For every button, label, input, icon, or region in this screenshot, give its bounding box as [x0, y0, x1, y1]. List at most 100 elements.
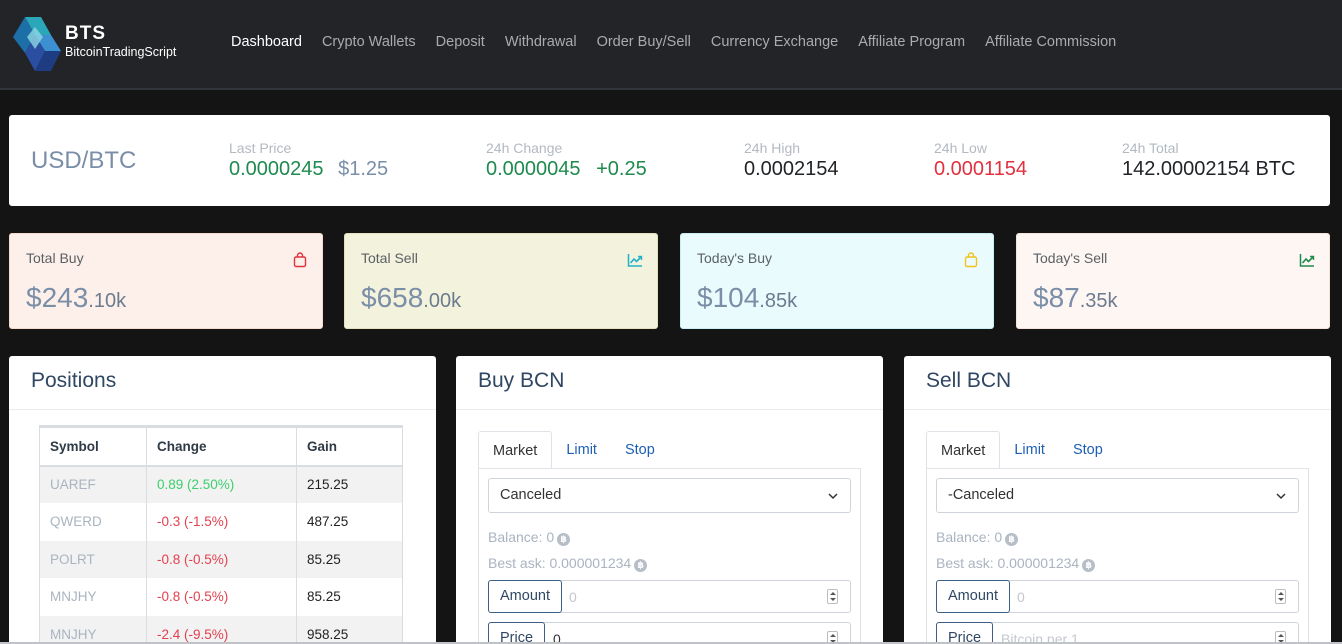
change-cell: 0.89 (2.50%): [146, 465, 297, 503]
balance-text: Balance: 0: [936, 529, 1003, 545]
positions-table: Symbol Change Gain UAREF 0.89 (2.50%) 21…: [39, 425, 403, 644]
bag-icon: [293, 252, 307, 268]
sell-price-group: Price: [936, 622, 1299, 644]
tab-limit[interactable]: Limit: [1000, 431, 1059, 469]
bitcoin-icon: ฿: [557, 533, 571, 546]
table-row[interactable]: MNJHY -2.4 (-9.5%) 958.25: [39, 615, 403, 644]
sell-status-select[interactable]: -Canceled: [936, 478, 1299, 513]
column-header-change[interactable]: Change: [146, 425, 297, 467]
nav-withdrawal[interactable]: Withdrawal: [495, 34, 587, 50]
change-cell: -0.8 (-0.5%): [146, 540, 297, 578]
nav-deposit[interactable]: Deposit: [426, 34, 495, 50]
nav-affiliate-commission[interactable]: Affiliate Commission: [975, 34, 1126, 50]
number-spinner[interactable]: [1275, 589, 1286, 604]
table-row[interactable]: MNJHY -0.8 (-0.5%) 85.25: [39, 578, 403, 616]
buy-title: Buy BCN: [478, 369, 565, 392]
bitcoin-icon: ฿: [1082, 559, 1096, 572]
gain-cell: 215.25: [296, 465, 403, 503]
brand-name: BTS: [65, 23, 106, 44]
high-stat: 24h High 0.0002154: [744, 140, 839, 181]
change-value: 0.0000045: [486, 158, 581, 180]
card-amount: $87: [1033, 282, 1080, 313]
chevron-down-icon: [1276, 493, 1286, 500]
buy-best-ask: Best ask: 0.000001234 ฿: [488, 555, 648, 572]
sell-amount-input[interactable]: [1017, 581, 1267, 612]
price-label: Price: [936, 622, 994, 644]
sell-panel: Sell BCN Market Limit Stop -Canceled Bal…: [904, 356, 1331, 644]
symbol-cell: QWERD: [39, 503, 147, 541]
total-sell-card: Total Sell $658.00k: [344, 233, 658, 329]
column-header-gain[interactable]: Gain: [296, 425, 403, 467]
card-label: Total Sell: [361, 250, 418, 266]
trend-up-icon: [627, 254, 643, 267]
card-amount: $104: [697, 282, 760, 313]
tab-market[interactable]: Market: [926, 431, 1001, 469]
bag-icon: [964, 252, 978, 268]
total-buy-card: Total Buy $243.10k: [9, 233, 323, 329]
divider: [456, 409, 883, 410]
change-label: 24h Change: [486, 140, 563, 156]
tab-stop[interactable]: Stop: [1059, 431, 1117, 469]
low-stat: 24h Low 0.0001154: [934, 140, 1027, 181]
sell-price-input[interactable]: [1001, 623, 1261, 644]
card-amount: $243: [26, 282, 89, 313]
nav-crypto-wallets[interactable]: Crypto Wallets: [312, 34, 426, 50]
low-value: 0.0001154: [934, 158, 1028, 180]
card-amount-fraction: .85k: [759, 290, 798, 312]
change-cell: -2.4 (-9.5%): [146, 615, 297, 644]
sell-order-tabs: Market Limit Stop: [926, 431, 1117, 469]
last-price-value: 0.0000245: [229, 158, 324, 180]
buy-price-input[interactable]: [553, 623, 813, 644]
card-amount-fraction: .35k: [1079, 290, 1118, 312]
tab-limit[interactable]: Limit: [552, 431, 611, 469]
high-label: 24h High: [744, 140, 801, 156]
nav-dashboard[interactable]: Dashboard: [221, 34, 312, 50]
bitcoin-icon: ฿: [1005, 533, 1019, 546]
buy-status-select[interactable]: Canceled: [488, 478, 851, 513]
table-row[interactable]: POLRT -0.8 (-0.5%) 85.25: [39, 540, 403, 578]
amount-label: Amount: [488, 580, 562, 613]
positions-title: Positions: [31, 369, 117, 392]
buy-panel: Buy BCN Market Limit Stop Canceled Balan…: [456, 356, 883, 644]
card-label: Today's Sell: [1033, 250, 1108, 266]
logo[interactable]: BTS BitcoinTradingScript: [11, 15, 191, 73]
total-label: 24h Total: [1122, 140, 1179, 156]
ticker-bar: USD/BTC Last Price 0.0000245 $1.25 24h C…: [9, 115, 1330, 206]
symbol-cell: MNJHY: [39, 578, 147, 616]
high-value: 0.0002154: [744, 158, 839, 180]
sell-amount-group: Amount: [936, 580, 1299, 613]
nav-order-buy-sell[interactable]: Order Buy/Sell: [587, 34, 701, 50]
total-stat: 24h Total 142.00002154 BTC: [1122, 140, 1295, 181]
change-cell: -0.3 (-1.5%): [146, 503, 297, 541]
balance-text: Balance: 0: [488, 529, 555, 545]
card-amount-fraction: .10k: [88, 290, 127, 312]
buy-amount-input[interactable]: [569, 581, 819, 612]
nav-affiliate-program[interactable]: Affiliate Program: [848, 34, 975, 50]
column-header-symbol[interactable]: Symbol: [39, 425, 147, 467]
brand-subtitle: BitcoinTradingScript: [65, 45, 177, 59]
best-ask-text: Best ask: 0.000001234: [488, 555, 632, 571]
buy-tab-content: Canceled Balance: 0 ฿ Best ask: 0.0000012…: [478, 468, 861, 644]
top-navbar: BTS BitcoinTradingScript Dashboard Crypt…: [0, 0, 1342, 90]
card-label: Today's Buy: [697, 250, 773, 266]
logo-mark-icon: [13, 17, 61, 71]
todays-buy-card: Today's Buy $104.85k: [680, 233, 994, 329]
number-spinner[interactable]: [827, 589, 838, 604]
nav-currency-exchange[interactable]: Currency Exchange: [701, 34, 848, 50]
change-cell: -0.8 (-0.5%): [146, 578, 297, 616]
tab-stop[interactable]: Stop: [611, 431, 669, 469]
table-row[interactable]: UAREF 0.89 (2.50%) 215.25: [39, 465, 403, 503]
currency-pair: USD/BTC: [31, 147, 137, 174]
low-label: 24h Low: [934, 140, 987, 156]
change-delta: +0.25: [596, 158, 647, 180]
change-stat: 24h Change 0.0000045 +0.25: [486, 140, 647, 181]
gain-cell: 958.25: [296, 615, 403, 644]
tab-market[interactable]: Market: [478, 431, 553, 469]
gain-cell: 85.25: [296, 578, 403, 616]
sell-tab-content: -Canceled Balance: 0 ฿ Best ask: 0.000001…: [926, 468, 1309, 644]
select-value: Canceled: [500, 487, 562, 503]
select-value: -Canceled: [948, 487, 1015, 503]
last-price-stat: Last Price 0.0000245 $1.25: [229, 140, 388, 181]
table-row[interactable]: QWERD -0.3 (-1.5%) 487.25: [39, 503, 403, 541]
buy-amount-group: Amount: [488, 580, 851, 613]
